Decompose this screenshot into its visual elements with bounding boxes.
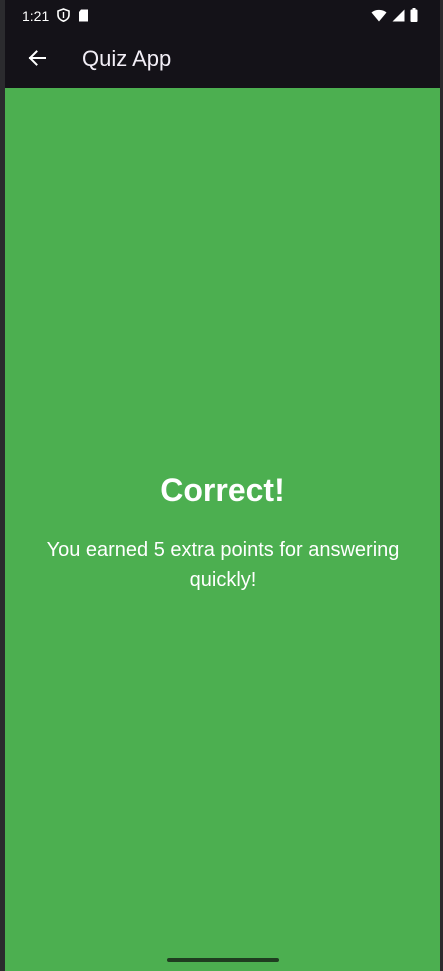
result-message: You earned 5 extra points for answering … bbox=[46, 539, 400, 591]
status-bar: 1:21 bbox=[5, 0, 440, 32]
result-title: Correct! bbox=[160, 472, 285, 508]
app-bar: Quiz App bbox=[5, 32, 440, 88]
status-left-icons bbox=[57, 8, 89, 27]
status-right-icons bbox=[371, 8, 418, 27]
wifi-icon bbox=[371, 9, 387, 27]
signal-icon bbox=[392, 9, 405, 27]
back-button[interactable] bbox=[15, 38, 59, 82]
arrow-left-icon bbox=[27, 48, 47, 73]
app-title: Quiz App bbox=[82, 46, 172, 71]
status-time: 1:21 bbox=[22, 8, 50, 24]
home-indicator[interactable] bbox=[167, 958, 279, 962]
result-screen: Correct! You earned 5 extra points for a… bbox=[5, 88, 440, 971]
shield-icon bbox=[57, 8, 70, 27]
battery-icon bbox=[410, 8, 418, 27]
device-screen: 1:21 Quiz App Correct! You earned 5 extr… bbox=[0, 0, 443, 971]
sim-card-icon bbox=[78, 9, 89, 27]
